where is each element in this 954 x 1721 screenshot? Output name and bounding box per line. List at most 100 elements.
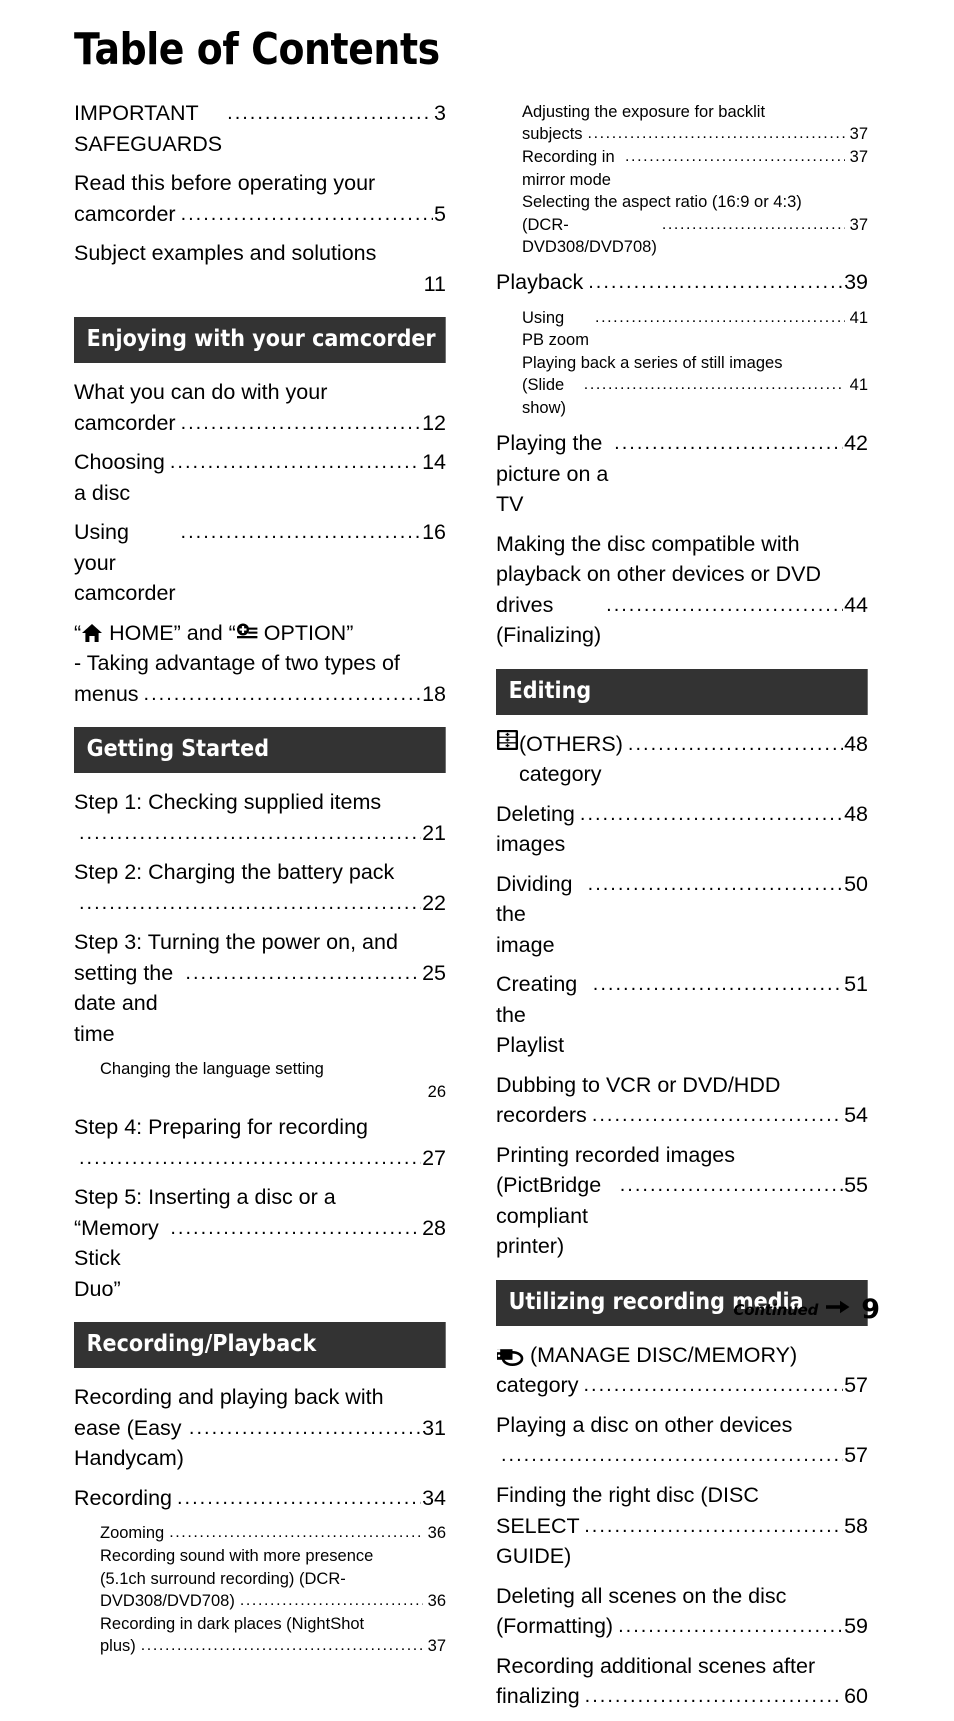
toc-entry-page: 59	[844, 1614, 868, 1639]
toc-entry-page: 5	[434, 201, 446, 226]
toc-entry-leader-line: plus)...................................…	[100, 1635, 446, 1658]
toc-entry-text-line: Playing back a series of still images	[522, 353, 783, 372]
toc-entry[interactable]: Deleting all scenes on the disc (Formatti…	[496, 1581, 868, 1642]
toc-entry[interactable]: Deleting images.........................…	[496, 799, 868, 860]
toc-entry[interactable]: Read this before operating your camcorder…	[74, 168, 446, 229]
toc-entry[interactable]: Step 2: Charging the battery pack.......…	[74, 857, 446, 918]
leader-dots: ........................................…	[584, 1685, 843, 1708]
toc-entry-label: (MANAGE DISC/MEMORY)	[524, 1342, 798, 1367]
toc-entry-page: 26	[427, 1082, 446, 1101]
toc-entry-leader-line: camcorder...............................…	[74, 408, 446, 439]
toc-entry-text-line: Recording and playing back with	[74, 1385, 384, 1410]
toc-entry[interactable]: Using your camcorder....................…	[74, 517, 446, 609]
toc-entry[interactable]: Creating the Playlist...................…	[496, 969, 868, 1061]
toc-entry-page: 36	[427, 1592, 446, 1611]
toc-entry-label: camcorder	[74, 410, 176, 435]
toc-entry-text-line: Step 3: Turning the power on, and	[74, 930, 398, 955]
toc-entry[interactable]: Selecting the aspect ratio (16:9 or 4:3)…	[496, 191, 868, 258]
toc-entry[interactable]: Recording in mirror mode................…	[496, 146, 868, 191]
toc-entry[interactable]: Playback................................…	[496, 267, 868, 298]
toc-entry-label: category	[496, 1373, 579, 1398]
toc-entry-text-line: (5.1ch surround recording) (DCR-	[100, 1569, 346, 1588]
toc-entry[interactable]: Subject examples and solutions 11	[74, 238, 446, 299]
page-number: 9	[861, 1294, 880, 1325]
toc-entry-label: Recording in mirror mode	[522, 148, 620, 189]
leader-dots: ........................................…	[79, 821, 421, 844]
toc-entry-text-line: Adjusting the exposure for backlit	[522, 103, 766, 121]
toc-entry[interactable]: Dividing the image......................…	[496, 869, 868, 961]
leader-dots: ........................................…	[579, 802, 843, 825]
toc-entry-page: 27	[422, 1145, 446, 1170]
toc-entry-page: 36	[427, 1524, 446, 1543]
leader-dots: ........................................…	[588, 271, 844, 294]
leader-dots: ........................................…	[583, 376, 845, 394]
toc-entry-icon-suffix-text: OPTION”	[257, 620, 354, 645]
toc-entry-leader-line: Using PB zoom...........................…	[522, 307, 868, 352]
leader-dots: ........................................…	[79, 1146, 421, 1169]
toc-entry[interactable]: What you can do with your camcorder......…	[74, 377, 446, 438]
toc-entry[interactable]: Recording in dark places (NightShot plus)…	[74, 1613, 446, 1658]
toc-entry[interactable]: Step 5: Inserting a disc or a “Memory Sti…	[74, 1182, 446, 1304]
leader-dots: ........................................…	[185, 961, 422, 984]
toc-entry-label: Using your camcorder	[74, 520, 176, 606]
toc-entry-leader-line: (DCR-DVD308/DVD708).....................…	[522, 214, 868, 259]
toc-entry-leader-line: menus...................................…	[74, 679, 446, 710]
toc-entry-leader-line: ........................................…	[74, 818, 446, 849]
toc-entry-label: Recording	[74, 1485, 172, 1510]
quote-open: “	[74, 620, 82, 645]
toc-entry[interactable]: Using PB zoom...........................…	[496, 307, 868, 352]
toc-entry-text-line: Step 1: Checking supplied items	[74, 790, 382, 815]
toc-entry-text-line: Recording additional scenes after	[496, 1653, 816, 1678]
toc-entry[interactable]: Choosing a disc.........................…	[74, 447, 446, 508]
toc-entry-page: 42	[844, 431, 868, 456]
toc-entry-leader-line: DVD308/DVD708)..........................…	[100, 1590, 446, 1613]
leader-dots: ........................................…	[140, 1637, 423, 1655]
toc-entry-page: 16	[422, 520, 446, 545]
leader-dots: ........................................…	[587, 872, 844, 895]
toc-entry[interactable]: Zooming.................................…	[74, 1522, 446, 1545]
toc-entry-label: setting the date and time	[74, 960, 180, 1046]
toc-entry-page: 28	[422, 1215, 446, 1240]
section-header-bar: Editing	[496, 668, 868, 715]
leader-dots: ........................................…	[501, 1444, 843, 1467]
toc-entry[interactable]: Printing recorded images (PictBridge comp…	[496, 1140, 868, 1262]
toc-entry-page: 57	[844, 1443, 868, 1468]
toc-entry-leader-line: finalizing..............................…	[496, 1681, 868, 1712]
leader-dots: ........................................…	[180, 411, 422, 434]
toc-entry[interactable]: Finding the right disc (DISC SELECT GUIDE…	[496, 1480, 868, 1572]
toc-entry-leader-line: Zooming.................................…	[100, 1522, 446, 1545]
toc-entry[interactable]: Playing back a series of still images (Sl…	[496, 352, 868, 419]
toc-entry[interactable]: Step 3: Turning the power on, and setting…	[74, 927, 446, 1049]
toc-entry[interactable]: Playing a disc on other devices.........…	[496, 1410, 868, 1471]
toc-entry[interactable]: IMPORTANT SAFEGUARDS....................…	[74, 98, 446, 159]
toc-entry-text-line: Printing recorded images	[496, 1142, 736, 1167]
toc-entry[interactable]: Adjusting the exposure for backlit subjec…	[496, 101, 868, 146]
toc-entry-page: 58	[844, 1513, 868, 1538]
toc-entry[interactable]: (OTHERS) category.......................…	[496, 729, 868, 790]
toc-entry[interactable]: Step 1: Checking supplied items.........…	[74, 787, 446, 848]
toc-entry-page: 3	[434, 101, 446, 125]
toc-entry[interactable]: Recording...............................…	[74, 1483, 446, 1514]
toc-entry[interactable]: Dubbing to VCR or DVD/HDD recorders......…	[496, 1070, 868, 1131]
toc-entry[interactable]: Making the disc compatible with playback …	[496, 529, 868, 651]
toc-entry[interactable]: Step 4: Preparing for recording.........…	[74, 1112, 446, 1173]
toc-entry-page: 12	[422, 410, 446, 435]
toc-entry[interactable]: Recording additional scenes after finaliz…	[496, 1651, 868, 1712]
toc-entry-icon-line: “ HOME” and “ OPTION”	[74, 618, 446, 649]
toc-entry[interactable]: Recording and playing back with ease (Eas…	[74, 1382, 446, 1474]
toc-entry[interactable]: Changing the language setting 26	[74, 1058, 446, 1103]
toc-entry-leader-line: Dividing the image......................…	[496, 869, 868, 961]
toc-entry-text-line: Recording in dark places (NightShot	[100, 1614, 365, 1633]
toc-entry[interactable]: Playing the picture on a TV.............…	[496, 428, 868, 520]
leader-dots: ........................................…	[614, 432, 843, 455]
toc-entry-page: 18	[422, 681, 446, 706]
toc-entry-label: Dividing the image	[496, 871, 579, 957]
toc-entry[interactable]: (MANAGE DISC/MEMORY) category............…	[496, 1340, 868, 1401]
toc-entry-label: (OTHERS) category	[519, 731, 629, 787]
toc-entry-text-line: Recording sound with more presence	[100, 1547, 374, 1566]
toc-entry-page: 55	[844, 1173, 868, 1198]
toc-entry[interactable]: Recording sound with more presence (5.1ch…	[74, 1545, 446, 1613]
toc-entry[interactable]: “ HOME” and “ OPTION” - Taking advantage …	[74, 618, 446, 710]
toc-column-left: IMPORTANT SAFEGUARDS....................…	[74, 98, 446, 1667]
leader-dots: ........................................…	[592, 973, 844, 996]
